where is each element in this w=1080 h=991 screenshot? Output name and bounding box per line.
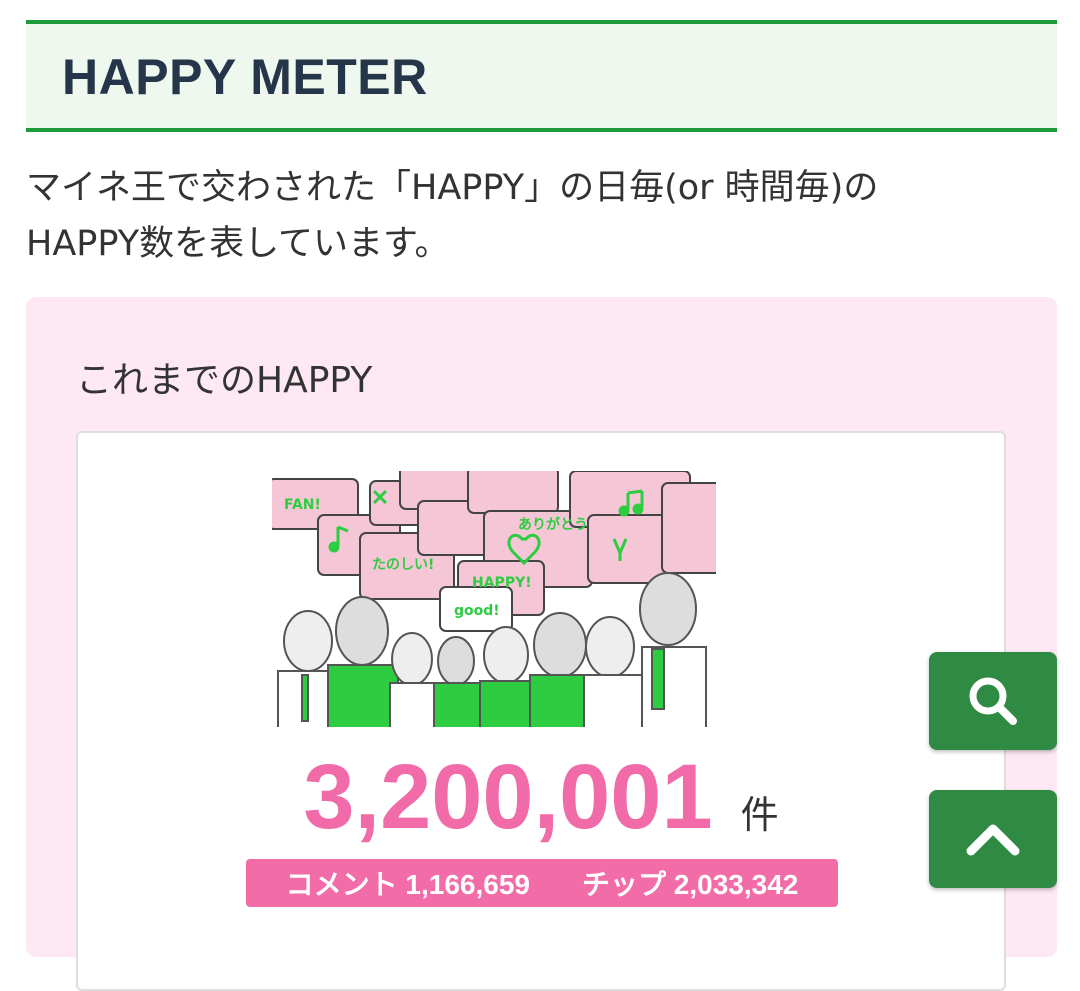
panel-title: これまでのHAPPY	[76, 360, 373, 401]
scroll-to-top-button[interactable]	[929, 790, 1057, 888]
count-unit: 件	[740, 793, 779, 837]
bubble-text-fan: FAN!	[284, 497, 321, 513]
happy-illustration: FAN! ありがとう たのしい! HAPPY! good!	[272, 471, 716, 727]
search-icon	[969, 677, 1017, 725]
tips-label: チップ	[582, 869, 667, 900]
total-count-row: 3,200,001 件	[78, 745, 1004, 850]
tips-stat: チップ 2,033,342	[582, 863, 798, 903]
description-line-2: HAPPY数を表しています。	[26, 224, 450, 264]
happy-card: FAN! ありがとう たのしい! HAPPY! good! 3,200,001 …	[76, 431, 1006, 991]
page-title: HAPPY METER	[62, 49, 428, 105]
section-header: HAPPY METER	[26, 20, 1057, 132]
tips-value: 2,033,342	[673, 869, 799, 900]
comments-label: コメント	[285, 869, 398, 900]
bubble-text-fun: たのしい!	[372, 557, 434, 573]
description: マイネ王で交わされた「HAPPY」の日毎(or 時間毎)の HAPPY数を表して…	[26, 160, 1056, 272]
comments-value: 1,166,659	[405, 869, 530, 900]
comments-stat: コメント 1,166,659	[286, 863, 530, 903]
total-happy-count: 3,200,001	[303, 746, 713, 848]
illustration-svg: FAN! ありがとう たのしい! HAPPY! good!	[272, 471, 716, 727]
bubble-text-thanks: ありがとう	[518, 516, 588, 533]
description-line-1: マイネ王で交わされた「HAPPY」の日毎(or 時間毎)の	[26, 168, 879, 208]
happy-panel: これまでのHAPPY FAN! ありがとう たのしい! HAPPY! good!…	[26, 297, 1057, 991]
chevron-up-icon	[966, 824, 1020, 856]
happy-breakdown-badge: コメント 1,166,659 チップ 2,033,342	[246, 859, 838, 907]
search-button[interactable]	[929, 652, 1057, 750]
bubble-text-good: good!	[454, 603, 500, 619]
bubble-text-happy: HAPPY!	[472, 575, 532, 591]
